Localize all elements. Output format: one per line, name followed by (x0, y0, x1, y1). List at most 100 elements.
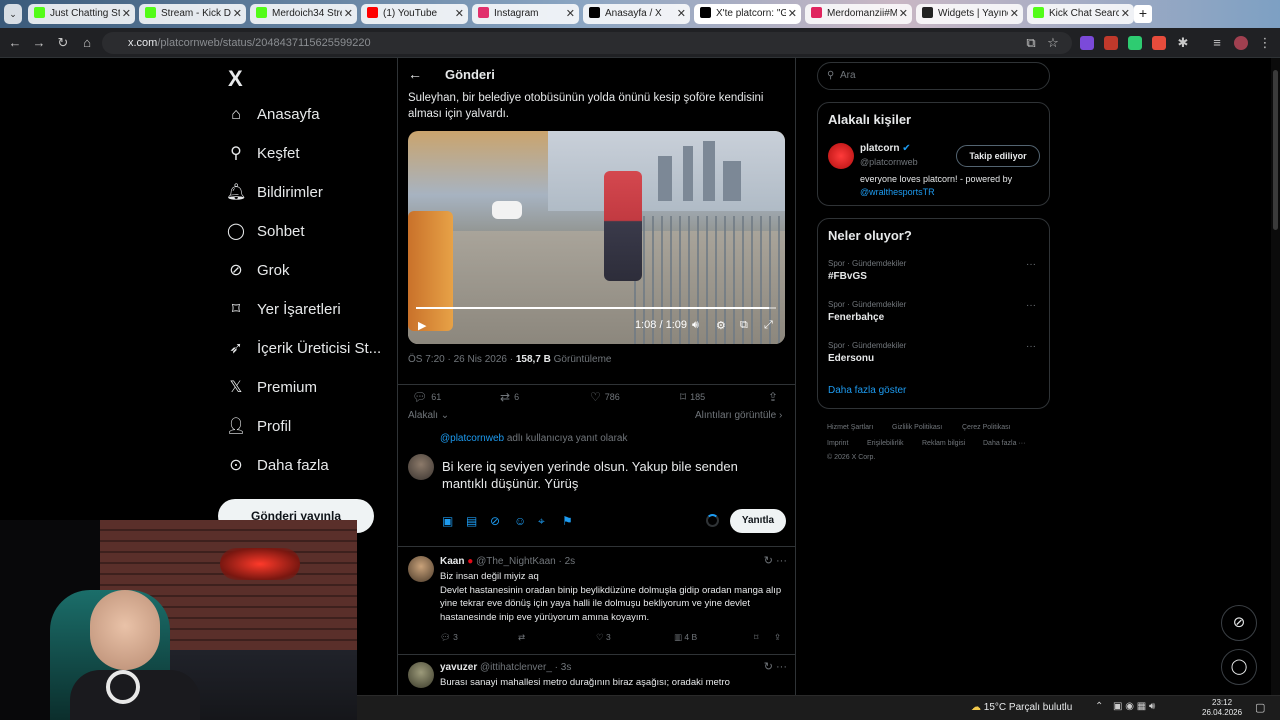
following-button[interactable]: Takip ediliyor (956, 145, 1040, 167)
tray-chevron-icon[interactable]: ⌃ (1095, 701, 1103, 712)
like-count[interactable]: ♡ 3 (596, 632, 611, 643)
browser-tab[interactable]: (1) YouTube ✕ (361, 4, 468, 24)
grok-icon[interactable]: ⊘ (490, 514, 500, 528)
address-bar[interactable]: x.com/platcornweb/status/204843711562559… (102, 32, 1072, 54)
reload-icon[interactable]: ↻ (54, 34, 72, 52)
browser-tab[interactable]: Instagram ✕ (472, 4, 579, 24)
emoji-icon[interactable]: ☺ (514, 514, 526, 528)
reply-submit-button[interactable]: Yanıtla (730, 509, 786, 533)
nav-item-more[interactable]: ⊙ Daha fazla (218, 448, 328, 484)
nav-item-explore[interactable]: ⚲ Keşfet (218, 136, 299, 172)
x-logo[interactable]: X (228, 66, 243, 92)
media-icon[interactable]: ≡ (1208, 34, 1226, 52)
reply-post[interactable]: yavuzer @ittihatclenver_ · 3s ↻ ··· Bura… (398, 660, 795, 698)
tray-icons[interactable]: ▣ ◉ ▦ 🔊︎ (1113, 701, 1155, 712)
view-count[interactable]: ▥ 4 B (674, 632, 697, 643)
footer-link[interactable]: Daha fazla ··· (983, 440, 1025, 447)
nav-item-home[interactable]: ⌂ Anasayfa (218, 97, 319, 133)
cast-icon[interactable]: ⧉ (1022, 34, 1040, 52)
share-button[interactable]: ⇪ (768, 390, 782, 404)
more-dots-icon[interactable]: ··· (1026, 300, 1036, 311)
fullscreen-icon[interactable]: ⤢ (764, 319, 773, 332)
browser-tab[interactable]: Widgets | Yayıncı ✕ (916, 4, 1023, 24)
sort-dropdown[interactable]: Alakalı ⌄ (408, 410, 449, 421)
profile-avatar[interactable] (1234, 36, 1248, 50)
more-dots-icon[interactable]: ↻ ··· (764, 660, 787, 673)
close-icon[interactable]: ✕ (122, 4, 131, 24)
browser-tab[interactable]: Merdoich34 Strea✕ (250, 4, 357, 24)
tab-list-button[interactable]: ⌄ (4, 4, 22, 24)
scrollbar[interactable] (1271, 58, 1280, 698)
menu-dots-icon[interactable]: ⋮ (1256, 34, 1274, 52)
footer-link[interactable]: Erişilebilirlik (867, 440, 904, 447)
volume-icon[interactable]: 🔊︎ (692, 319, 699, 332)
close-icon[interactable]: ✕ (455, 4, 464, 24)
nav-item-profile[interactable]: 👤︎ Profil (218, 409, 291, 445)
share-icon[interactable]: ⇪ (774, 632, 781, 643)
view-quotes-link[interactable]: Alıntıları görüntüle › (695, 410, 782, 421)
like-button[interactable]: ♡ 786 (590, 390, 620, 404)
trend-item[interactable]: Spor · Gündemdekiler #FBvGS ··· (828, 259, 1041, 282)
nav-item-creator-studio[interactable]: ➶ İçerik Üreticisi St... (218, 331, 381, 367)
close-icon[interactable]: ✕ (233, 4, 242, 24)
reply-count[interactable]: 💬︎ 3 (440, 632, 458, 643)
close-icon[interactable]: ✕ (1010, 4, 1019, 24)
grok-icon[interactable]: ⊘ (1221, 605, 1257, 641)
extension-icon[interactable] (1080, 36, 1094, 50)
browser-tab-active[interactable]: X'te platcorn: "G ✕ (694, 4, 801, 24)
close-icon[interactable]: ✕ (344, 4, 353, 24)
nav-item-bookmarks[interactable]: ⌑ Yer İşaretleri (218, 292, 341, 328)
footer-link[interactable]: Reklam bilgisi (922, 440, 965, 447)
close-icon[interactable]: ✕ (788, 4, 797, 24)
footer-link[interactable]: Çerez Politikası (962, 424, 1011, 431)
nav-item-chat[interactable]: ◯ Sohbet (218, 214, 305, 250)
search-input[interactable]: ⚲ Ara (817, 62, 1050, 90)
video-progress-bar[interactable] (416, 307, 776, 309)
back-arrow-icon[interactable]: ← (6, 34, 24, 52)
extension-icon[interactable] (1104, 36, 1118, 50)
video-player[interactable]: ▶ 1:08 / 1:09 🔊︎ ⚙ ⧉ ⤢ (408, 131, 785, 344)
footer-link[interactable]: Gizlilik Politikası (892, 424, 942, 431)
puzzle-icon[interactable]: ✱ (1174, 34, 1192, 52)
star-icon[interactable]: ☆ (1044, 34, 1062, 52)
avatar[interactable] (408, 454, 434, 480)
back-arrow-icon[interactable]: ← (408, 66, 422, 82)
close-icon[interactable]: ✕ (1121, 4, 1130, 24)
media-icon[interactable]: ▣ (442, 514, 453, 528)
home-icon[interactable]: ⌂ (78, 34, 96, 52)
repost-icon[interactable]: ⇄ (518, 632, 525, 643)
pip-icon[interactable]: ⧉ (740, 319, 748, 332)
avatar[interactable] (828, 143, 854, 169)
bookmark-button[interactable]: ⌑ 185 (680, 390, 705, 404)
avatar[interactable] (408, 556, 434, 582)
new-tab-button[interactable]: + (1134, 5, 1152, 23)
more-dots-icon[interactable]: ··· (1026, 259, 1036, 270)
bookmark-icon[interactable]: ⌑ (754, 632, 758, 643)
trend-item[interactable]: Spor · Gündemdekiler Edersonu ··· (828, 341, 1041, 364)
more-dots-icon[interactable]: ··· (1026, 341, 1036, 352)
browser-tab[interactable]: Stream - Kick Da ✕ (139, 4, 246, 24)
adblock-icon[interactable] (1152, 36, 1166, 50)
person-name[interactable]: platcorn ✔ (860, 143, 911, 154)
close-icon[interactable]: ✕ (899, 4, 908, 24)
footer-link[interactable]: Hizmet Şartları (827, 424, 873, 431)
play-icon[interactable]: ▶ (418, 319, 426, 332)
browser-tab[interactable]: Anasayfa / X ✕ (583, 4, 690, 24)
footer-link[interactable]: Imprint (827, 440, 848, 447)
reply-input[interactable]: Bi kere iq seviyen yerinde olsun. Yakup … (442, 458, 762, 492)
close-icon[interactable]: ✕ (677, 4, 686, 24)
nav-item-notifications[interactable]: 🔔︎ Bildirimler (218, 175, 323, 211)
forward-arrow-icon[interactable]: → (30, 34, 48, 52)
reply-button[interactable]: 💬︎ 61 (412, 390, 441, 404)
messages-icon[interactable]: ◯ (1221, 649, 1257, 685)
avatar[interactable] (408, 662, 434, 688)
nav-item-grok[interactable]: ⊘ Grok (218, 253, 289, 289)
repost-button[interactable]: ⇄ 6 (500, 390, 519, 404)
taskbar-clock[interactable]: 23:12 26.04.2026 (1202, 698, 1242, 718)
browser-tab[interactable]: Just Chatting Stre✕ (28, 4, 135, 24)
more-dots-icon[interactable]: ↻ ··· (764, 554, 787, 567)
settings-icon[interactable]: ⚙ (716, 319, 726, 332)
gif-icon[interactable]: ▤ (466, 514, 477, 528)
browser-tab[interactable]: Kick Chat Search ✕ (1027, 4, 1134, 24)
flag-icon[interactable]: ⚑ (562, 514, 573, 528)
